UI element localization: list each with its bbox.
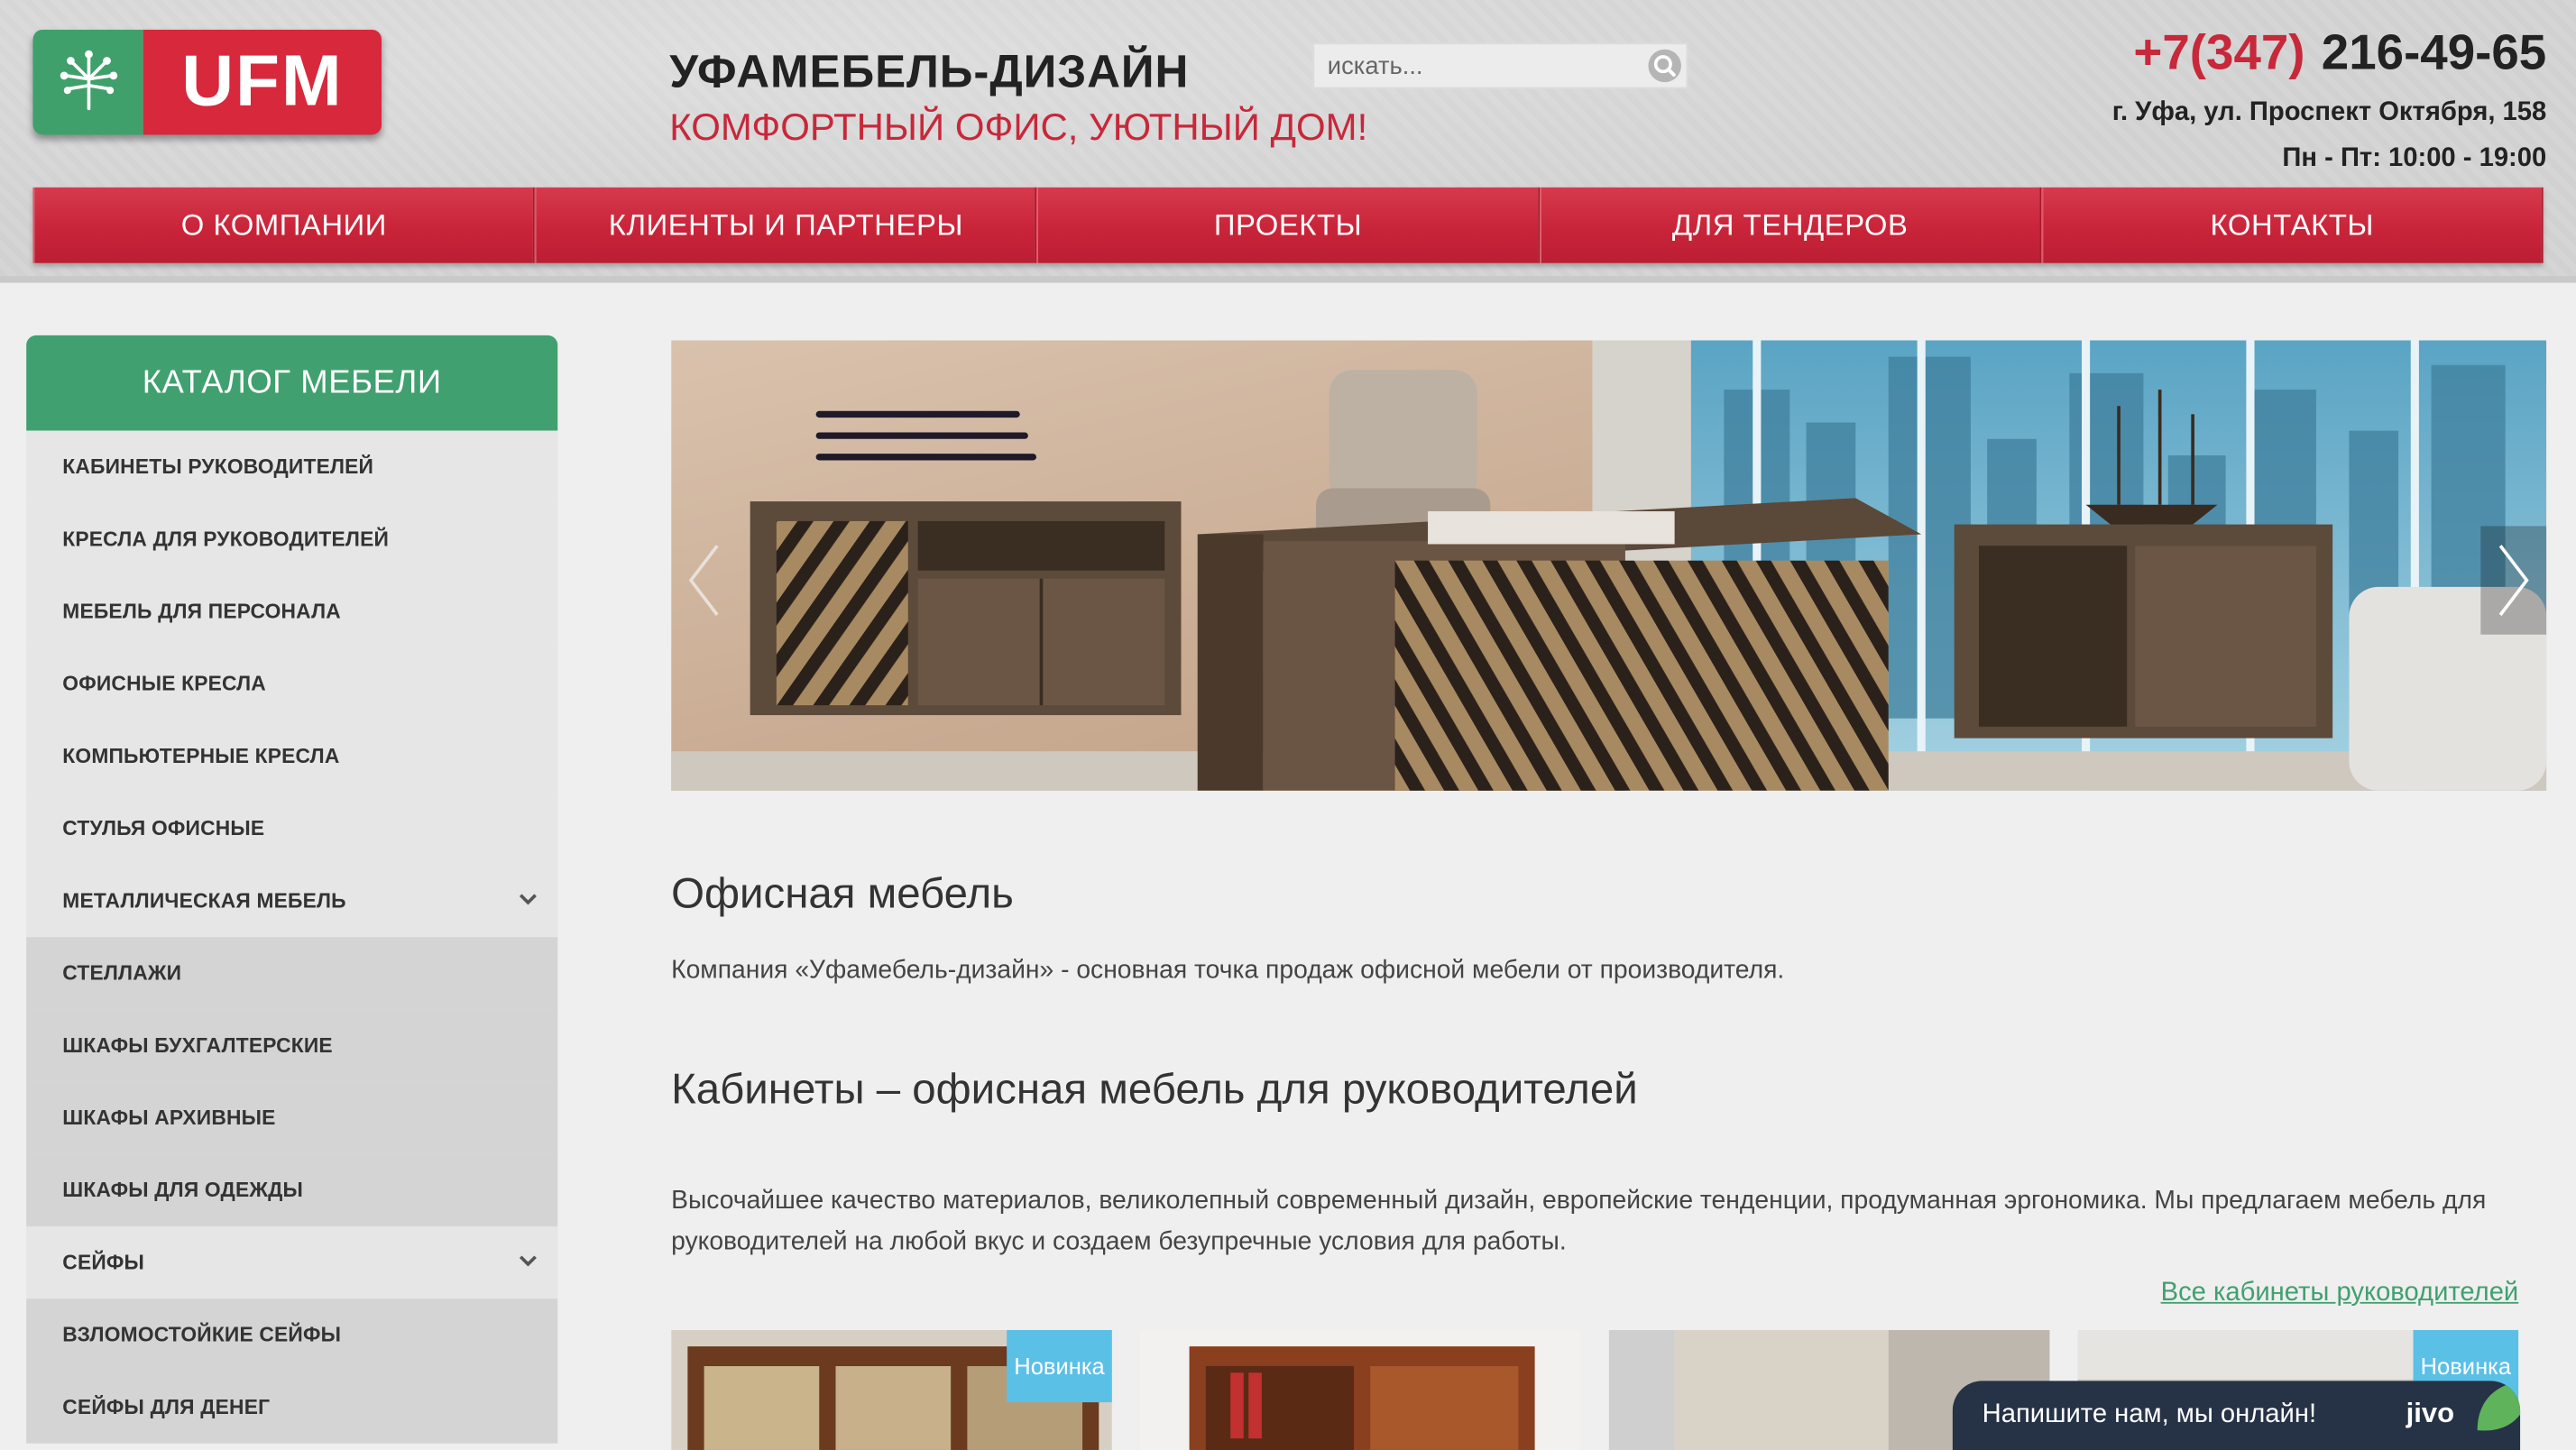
- product-image: [1139, 1329, 1581, 1450]
- chevron-left-icon: [688, 545, 719, 616]
- main-nav: О КОМПАНИИ КЛИЕНТЫ И ПАРТНЕРЫ ПРОЕКТЫ ДЛ…: [32, 187, 2544, 263]
- catalog-item-label: МЕТАЛЛИЧЕСКАЯ МЕБЕЛЬ: [62, 889, 346, 913]
- logo-text: UFM: [143, 29, 382, 135]
- catalog-item-safes[interactable]: СЕЙФЫ: [26, 1226, 558, 1299]
- dandelion-icon: [32, 29, 143, 135]
- nav-about[interactable]: О КОМПАНИИ: [32, 187, 536, 263]
- working-hours: Пн - Пт: 10:00 - 19:00: [2282, 144, 2547, 173]
- catalog-item-executive-offices[interactable]: КАБИНЕТЫ РУКОВОДИТЕЛЕЙ: [26, 430, 558, 503]
- new-badge: Новинка: [1007, 1329, 1112, 1403]
- chat-prompt: Напишите нам, мы онлайн!: [1982, 1400, 2317, 1429]
- product-card[interactable]: Новинка: [671, 1329, 1112, 1450]
- page-heading: Офисная мебель: [671, 867, 1014, 918]
- slider-next-button[interactable]: [2480, 526, 2547, 635]
- catalog-item-label: СЕЙФЫ: [62, 1251, 145, 1274]
- all-offices-link[interactable]: Все кабинеты руководителей: [2161, 1279, 2519, 1308]
- catalog-item-office-chairs[interactable]: ОФИСНЫЕ КРЕСЛА: [26, 647, 558, 720]
- catalog-subitem-burglary-safes[interactable]: ВЗЛОМОСТОЙКИЕ СЕЙФЫ: [26, 1299, 558, 1372]
- chat-widget[interactable]: Напишите нам, мы онлайн! jivo: [1952, 1381, 2521, 1450]
- site-logo[interactable]: UFM: [32, 29, 382, 135]
- nav-tenders[interactable]: ДЛЯ ТЕНДЕРОВ: [1539, 187, 2041, 263]
- chat-brand: jivo: [2406, 1397, 2455, 1429]
- chevron-down-icon[interactable]: [518, 1251, 538, 1271]
- chevron-down-icon[interactable]: [518, 889, 538, 909]
- intro-paragraph: Компания «Уфамебель-дизайн» - основная т…: [671, 957, 1785, 986]
- catalog-item-office-stools[interactable]: СТУЛЬЯ ОФИСНЫЕ: [26, 792, 558, 865]
- search-input[interactable]: [1314, 44, 1663, 87]
- company-name: УФАМЕБЕЛЬ-ДИЗАЙН: [669, 46, 1190, 97]
- phone-code: +7(347): [2133, 26, 2305, 81]
- catalog-subitem-accounting-cabinets[interactable]: ШКАФЫ БУХГАЛТЕРСКИЕ: [26, 1009, 558, 1082]
- phone-number[interactable]: +7(347) 216-49-65: [2133, 26, 2546, 82]
- section-paragraph: Высочайшее качество материалов, великоле…: [671, 1187, 2487, 1256]
- nav-clients[interactable]: КЛИЕНТЫ И ПАРТНЕРЫ: [535, 187, 1037, 263]
- catalog-item-executive-chairs[interactable]: КРЕСЛА ДЛЯ РУКОВОДИТЕЛЕЙ: [26, 502, 558, 576]
- product-card[interactable]: [1139, 1329, 1581, 1450]
- search-box: [1312, 42, 1688, 89]
- nav-contacts[interactable]: КОНТАКТЫ: [2040, 187, 2544, 263]
- leaf-icon: [2477, 1381, 2521, 1431]
- catalog-sidebar: КАТАЛОГ МЕБЕЛИ КАБИНЕТЫ РУКОВОДИТЕЛЕЙ КР…: [26, 335, 558, 1444]
- catalog-item-staff-furniture[interactable]: МЕБЕЛЬ ДЛЯ ПЕРСОНАЛА: [26, 575, 558, 648]
- nav-projects[interactable]: ПРОЕКТЫ: [1036, 187, 1540, 263]
- address: г. Уфа, ул. Проспект Октября, 158: [2111, 98, 2547, 127]
- catalog-item-computer-chairs[interactable]: КОМПЬЮТЕРНЫЕ КРЕСЛА: [26, 720, 558, 793]
- catalog-subitem-wardrobes[interactable]: ШКАФЫ ДЛЯ ОДЕЖДЫ: [26, 1153, 558, 1227]
- section-heading: Кабинеты – офисная мебель для руководите…: [671, 1063, 1638, 1114]
- slide-image: [671, 340, 2547, 791]
- catalog-title: КАТАЛОГ МЕБЕЛИ: [26, 335, 558, 431]
- company-tagline: КОМФОРТНЫЙ ОФИС, УЮТНЫЙ ДОМ!: [669, 105, 1368, 149]
- catalog-subitem-money-safes[interactable]: СЕЙФЫ ДЛЯ ДЕНЕГ: [26, 1371, 558, 1444]
- chevron-right-icon: [2498, 545, 2529, 616]
- slider-prev-button[interactable]: [671, 526, 737, 634]
- hero-slider: [671, 340, 2547, 791]
- catalog-subitem-racks[interactable]: СТЕЛЛАЖИ: [26, 937, 558, 1010]
- search-icon[interactable]: [1647, 48, 1683, 84]
- phone-digits: 216-49-65: [2321, 26, 2547, 81]
- catalog-item-metal-furniture[interactable]: МЕТАЛЛИЧЕСКАЯ МЕБЕЛЬ: [26, 864, 558, 938]
- catalog-subitem-archive-cabinets[interactable]: ШКАФЫ АРХИВНЫЕ: [26, 1081, 558, 1154]
- site-header: UFM УФАМЕБЕЛЬ-ДИЗАЙН КОМФОРТНЫЙ ОФИС, УЮ…: [0, 0, 2576, 283]
